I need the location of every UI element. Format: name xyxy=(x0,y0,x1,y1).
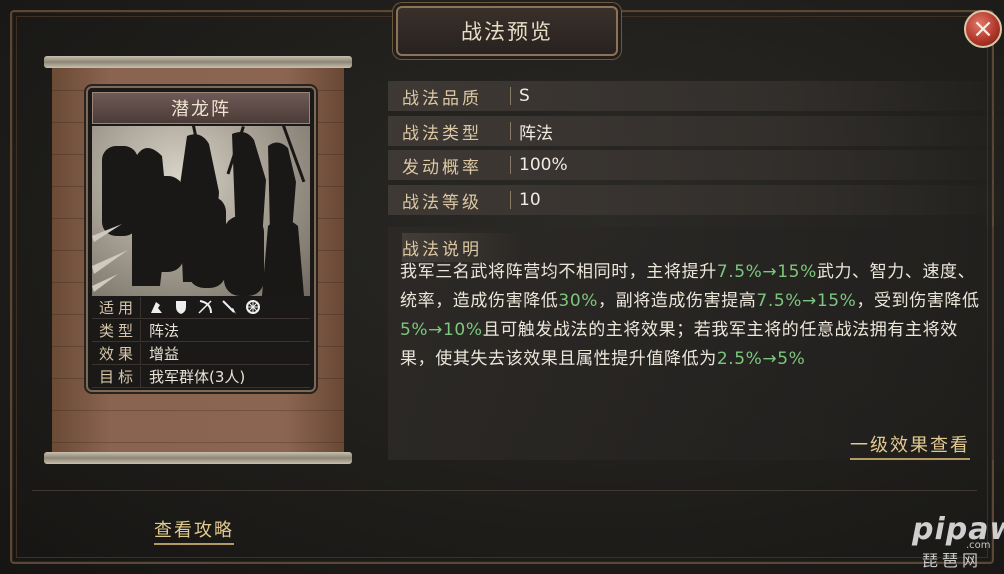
attr-separator xyxy=(510,87,511,105)
info-row-effect: 效果 增益 xyxy=(92,342,310,365)
desc-highlight: 5%→10% xyxy=(400,320,483,340)
attr-row-probability: 发动概率 100% xyxy=(388,150,1004,180)
level-effects-link[interactable]: 一级效果查看 xyxy=(850,431,970,460)
desc-segment: ，受到伤害降低 xyxy=(856,291,980,311)
siege-wheel-icon xyxy=(246,300,260,314)
attr-separator xyxy=(510,156,511,174)
attr-value: 10 xyxy=(519,190,541,210)
info-key: 效果 xyxy=(92,342,141,364)
attr-row-quality: 战法品质 S xyxy=(388,81,1004,111)
info-value: 增益 xyxy=(149,344,180,363)
tactic-card-info: 适用 类型 阵法 效果 增益 目标 我军群体(3人) xyxy=(92,296,310,388)
shield-icon xyxy=(176,301,186,314)
desc-highlight: 7.5%→15% xyxy=(716,262,817,282)
info-key: 目标 xyxy=(92,365,141,387)
info-value: 我军群体(3人) xyxy=(149,367,246,386)
attr-separator xyxy=(510,191,511,209)
bow-icon xyxy=(198,300,212,314)
attr-key: 战法类型 xyxy=(402,123,482,144)
scroll-rod-bottom xyxy=(44,452,352,464)
strategy-guide-link[interactable]: 查看攻略 xyxy=(154,516,234,545)
desc-highlight: 30% xyxy=(558,291,598,311)
soldiers-silhouette-art xyxy=(92,126,306,296)
attr-key: 战法等级 xyxy=(402,192,482,213)
scroll-rod-top xyxy=(44,56,352,68)
attr-row-level: 战法等级 10 xyxy=(388,185,1004,215)
info-row-target: 目标 我军群体(3人) xyxy=(92,365,310,388)
info-key: 适用 xyxy=(92,296,141,318)
tactic-card-art xyxy=(92,126,310,296)
attr-value: S xyxy=(519,86,530,106)
attr-row-type: 战法类型 阵法 xyxy=(388,116,1004,146)
desc-highlight: 2.5%→5% xyxy=(716,349,806,369)
title-plate: 战法预览 xyxy=(396,6,618,56)
desc-segment: 且可触发战法的主将效果；若我军主将的任意战法拥有主将效果，使其失去该效果且属性提… xyxy=(400,320,958,369)
info-row-type: 类型 阵法 xyxy=(92,319,310,342)
description-text: 我军三名武将阵营均不相同时，主将提升7.5%→15%武力、智力、速度、统率，造成… xyxy=(400,258,980,374)
attr-key: 战法品质 xyxy=(402,88,482,109)
attr-value: 阵法 xyxy=(519,123,553,144)
info-key: 类型 xyxy=(92,319,141,341)
attr-value: 100% xyxy=(519,155,568,175)
footer-divider xyxy=(32,490,977,491)
desc-highlight: 7.5%→15% xyxy=(756,291,857,311)
attr-separator xyxy=(510,122,511,140)
dialog-title: 战法预览 xyxy=(461,20,553,44)
unit-type-icons xyxy=(141,299,261,315)
tactic-card: 潜龙阵 适用 类型 阵法 效果 增益 目标 我军群体(3人) xyxy=(86,86,316,392)
close-icon: × xyxy=(972,14,994,44)
desc-segment: 我军三名武将阵营均不相同时，主将提升 xyxy=(400,262,717,282)
attr-key: 发动概率 xyxy=(402,157,482,178)
info-row-applicable: 适用 xyxy=(92,296,310,319)
spear-icon xyxy=(222,300,236,314)
tactic-card-title: 潜龙阵 xyxy=(92,92,310,124)
cavalry-icon xyxy=(151,302,162,313)
info-value: 阵法 xyxy=(149,321,180,340)
watermark-cn: 琵琶网 xyxy=(922,551,983,570)
desc-segment: ，副将造成伤害提高 xyxy=(598,291,757,311)
close-button[interactable]: × xyxy=(964,10,1002,48)
